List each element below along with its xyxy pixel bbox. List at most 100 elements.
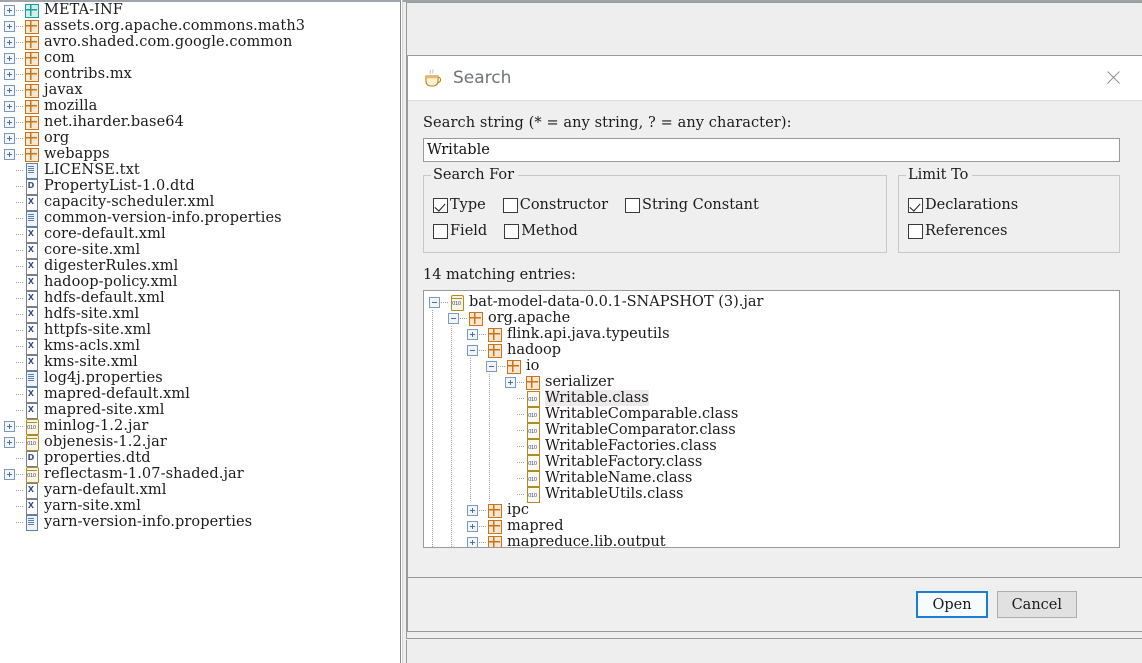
file-tree-row[interactable]: hdfs-default.xml [0,290,400,307]
file-tree-row[interactable]: mapred-site.xml [0,402,400,419]
file-tree-row[interactable]: log4j.properties [0,370,400,387]
expand-toggle-icon[interactable] [4,468,15,480]
expand-toggle-icon[interactable] [4,436,15,448]
checkbox-constructor-box[interactable] [502,197,518,213]
checkbox-string-constant-box[interactable] [625,197,641,213]
file-tree-row[interactable]: yarn-site.xml [0,498,400,515]
file-tree-row[interactable]: core-site.xml [0,242,400,259]
file-tree-row[interactable]: yarn-version-info.properties [0,514,400,531]
search-result-row[interactable]: serializer [424,374,1119,390]
search-result-row[interactable]: mapreduce.lib.output [424,534,1119,547]
archive-file-tree[interactable]: META-INF assets.org.apache.commons.math3 a… [0,2,400,531]
search-result-row[interactable]: flink.api.java.typeutils [424,326,1119,342]
checkbox-declarations[interactable]: Declarations [908,197,1032,213]
search-result-row[interactable]: WritableFactory.class [424,454,1119,471]
expand-toggle-icon[interactable] [4,148,15,160]
expand-toggle-icon[interactable] [4,36,15,48]
file-tree-row[interactable]: reflectasm-1.07-shaded.jar [0,466,400,483]
collapse-toggle-icon[interactable] [429,296,440,308]
expand-toggle-icon[interactable] [4,100,15,112]
file-tree-row[interactable]: mapred-default.xml [0,386,400,403]
expand-toggle-icon[interactable] [467,328,478,340]
file-tree-row[interactable]: hdfs-site.xml [0,306,400,323]
expand-toggle-icon[interactable] [467,536,478,547]
checkbox-references[interactable]: References [908,223,1021,239]
tree-indent-guide [486,454,505,470]
file-tree-row[interactable]: yarn-default.xml [0,482,400,499]
expand-toggle-icon[interactable] [4,52,15,64]
file-tree-row[interactable]: objenesis-1.2.jar [0,434,400,451]
expand-toggle-icon[interactable] [505,376,516,388]
collapse-toggle-icon[interactable] [467,344,478,356]
checkbox-method[interactable]: Method [504,223,592,239]
search-result-row[interactable]: WritableFactories.class [424,438,1119,455]
open-button[interactable]: Open [916,591,988,618]
search-result-row[interactable]: ipc [424,502,1119,518]
expand-toggle-icon[interactable] [4,68,15,80]
search-result-row[interactable]: Writable.class [424,390,1119,407]
file-tree-row[interactable]: properties.dtd [0,450,400,467]
checkbox-type[interactable]: Type [433,197,500,213]
search-result-row[interactable]: org.apache [424,310,1119,326]
checkbox-references-box[interactable] [908,223,923,239]
search-result-row[interactable]: WritableUtils.class [424,486,1119,503]
file-tree-row[interactable]: core-default.xml [0,226,400,243]
file-tree-row[interactable]: LICENSE.txt [0,162,400,179]
checkbox-constructor[interactable]: Constructor [502,197,622,213]
expand-toggle-icon[interactable] [4,420,15,432]
file-tree-row[interactable]: httpfs-site.xml [0,322,400,339]
collapse-toggle-icon[interactable] [448,312,459,324]
search-result-row[interactable]: WritableComparator.class [424,422,1119,439]
file-tree-row[interactable]: assets.org.apache.commons.math3 [0,18,400,34]
expand-toggle-icon[interactable] [4,84,15,96]
checkbox-field-box[interactable] [433,223,448,239]
cancel-button[interactable]: Cancel [996,591,1077,618]
expand-toggle-icon[interactable] [467,504,478,516]
checkbox-type-box[interactable] [433,197,448,213]
file-tree-row[interactable]: capacity-scheduler.xml [0,194,400,211]
file-tree-row[interactable]: META-INF [0,2,400,18]
expand-toggle-icon[interactable] [467,520,478,532]
archive-file-tree-panel[interactable]: META-INF assets.org.apache.commons.math3 a… [0,0,401,663]
expand-toggle-icon[interactable] [4,4,15,16]
file-tree-row[interactable]: minlog-1.2.jar [0,418,400,435]
file-tree-row[interactable]: common-version-info.properties [0,210,400,227]
checkbox-method-box[interactable] [504,223,520,239]
search-result-row[interactable]: bat-model-data-0.0.1-SNAPSHOT (3).jar [424,294,1119,311]
file-tree-row[interactable]: mozilla [0,98,400,114]
tree-indent-guide [467,470,486,486]
file-tree-row[interactable]: net.iharder.base64 [0,114,400,130]
tree-connector [16,370,24,386]
tree-connector [16,114,24,130]
file-tree-row[interactable]: contribs.mx [0,66,400,82]
file-tree-row[interactable]: avro.shaded.com.google.common [0,34,400,50]
collapse-toggle-icon[interactable] [486,360,497,372]
search-result-row[interactable]: WritableComparable.class [424,406,1119,423]
file-tree-row[interactable]: org [0,130,400,146]
checkbox-declarations-box[interactable] [908,197,923,213]
tree-indent-guide [448,438,467,454]
tree-indent-guide [429,326,448,342]
search-input[interactable] [423,138,1120,162]
expand-toggle-icon[interactable] [4,20,15,32]
search-result-row[interactable]: hadoop [424,342,1119,358]
search-results-tree[interactable]: bat-model-data-0.0.1-SNAPSHOT (3).jarorg… [423,290,1120,548]
expand-toggle-icon[interactable] [4,116,15,128]
file-tree-row[interactable]: kms-acls.xml [0,338,400,355]
file-tree-row[interactable]: hadoop-policy.xml [0,274,400,291]
search-result-row[interactable]: io [424,358,1119,374]
search-result-row[interactable]: WritableName.class [424,470,1119,487]
file-tree-row-label: LICENSE.txt [44,162,140,178]
file-tree-row[interactable]: com [0,50,400,66]
file-tree-row[interactable]: kms-site.xml [0,354,400,371]
file-tree-row[interactable]: PropertyList-1.0.dtd [0,178,400,195]
close-icon[interactable] [1098,63,1128,93]
checkbox-field[interactable]: Field [433,223,501,239]
checkbox-string-constant[interactable]: String Constant [625,197,773,213]
file-tree-row[interactable]: webapps [0,146,400,162]
search-result-row[interactable]: mapred [424,518,1119,534]
file-tree-row[interactable]: javax [0,82,400,98]
expand-toggle-icon[interactable] [4,132,15,144]
file-tree-row[interactable]: digesterRules.xml [0,258,400,275]
xml-icon [24,499,39,515]
